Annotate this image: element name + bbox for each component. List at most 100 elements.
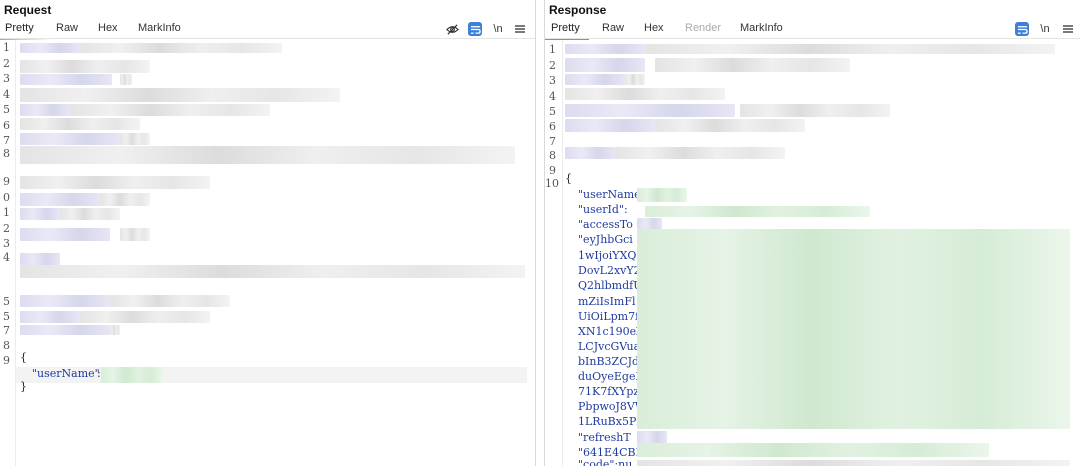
token-line: DovL2xvY2	[578, 264, 641, 277]
redacted-value	[637, 443, 989, 457]
request-pane: Request Pretty Raw Hex MarkInfo \n 1 2 3…	[0, 0, 536, 466]
redacted-text	[20, 193, 100, 206]
redacted-text	[565, 119, 655, 132]
line-number: 1	[3, 206, 10, 219]
line-number: 8	[3, 339, 10, 352]
redacted-text	[565, 104, 735, 117]
response-line-gutter: 1 2 3 4 5 6 7 8 9 10	[545, 40, 563, 466]
line-number: 9	[3, 354, 10, 367]
redacted-text	[565, 44, 645, 54]
json-close-brace: }	[20, 380, 27, 393]
redacted-text	[70, 104, 270, 116]
redacted-text	[120, 74, 132, 85]
redacted-text	[20, 118, 140, 130]
redacted-text	[655, 119, 805, 132]
line-number: 1	[549, 43, 556, 56]
line-number: 10	[545, 177, 559, 190]
wrap-icon[interactable]	[468, 22, 482, 36]
response-tab-markinfo[interactable]: MarkInfo	[740, 22, 783, 34]
response-toolbar-divider	[545, 38, 1080, 39]
request-title: Request	[4, 3, 52, 17]
request-tab-hex[interactable]: Hex	[98, 22, 118, 34]
line-number: 6	[549, 120, 556, 133]
token-line: 1LRuBx5Pz	[578, 415, 643, 428]
json-key-username: "userName	[578, 188, 641, 201]
redacted-text	[615, 147, 785, 159]
redacted-text	[20, 265, 525, 278]
redacted-text	[20, 325, 110, 335]
json-open-brace: {	[20, 351, 27, 364]
line-number: 5	[549, 105, 556, 118]
request-tab-pretty[interactable]: Pretty	[5, 22, 34, 34]
redacted-text	[565, 74, 625, 85]
line-number: 4	[549, 90, 556, 103]
token-line: 1wIjoiYXQ	[578, 249, 637, 262]
eye-slash-icon[interactable]	[445, 22, 459, 36]
json-key-username: "userName"	[32, 367, 100, 380]
line-number: 0	[3, 191, 10, 204]
redacted-text	[20, 208, 60, 220]
token-line: UiOiLpm7f	[578, 310, 640, 323]
request-toolbar-divider	[0, 38, 535, 39]
line-number: 3	[3, 237, 10, 250]
json-key-accesstoken: "accessTo	[578, 218, 633, 231]
redacted-text	[20, 74, 112, 85]
line-number: 5	[3, 310, 10, 323]
token-line: LCJvcGVua	[578, 340, 641, 353]
redacted-text	[20, 43, 80, 53]
menu-icon[interactable]	[513, 22, 527, 36]
token-line: XN1c190eX	[578, 325, 644, 338]
redacted-text	[565, 58, 645, 72]
redacted-value	[637, 188, 687, 202]
redacted-text	[20, 133, 120, 145]
redacted-value	[645, 206, 870, 217]
line-number: 8	[3, 147, 10, 160]
request-tab-markinfo[interactable]: MarkInfo	[138, 22, 181, 34]
response-tabs: Pretty Raw Hex Render MarkInfo	[545, 22, 1080, 40]
redacted-text	[80, 311, 210, 323]
request-line-gutter: 1 2 3 4 5 6 7 8 9 0 1 2 3 4 5 5 7 8 9	[0, 40, 16, 466]
redacted-text	[20, 88, 340, 102]
redacted-text	[20, 146, 515, 164]
request-tab-raw[interactable]: Raw	[56, 22, 78, 34]
json-key-userid: "userId":	[578, 203, 628, 216]
redacted-text	[625, 74, 645, 85]
redacted-token-block	[637, 229, 1070, 429]
token-line: mZiIsImFl	[578, 295, 636, 308]
redacted-value	[637, 460, 1070, 466]
json-key-code: "code":nu	[578, 458, 633, 466]
token-line: "eyJhbGci	[578, 233, 633, 246]
response-tab-pretty[interactable]: Pretty	[551, 22, 580, 34]
line-number: 1	[3, 41, 10, 54]
line-number: 7	[3, 324, 10, 337]
redacted-text	[110, 295, 230, 307]
response-tab-render[interactable]: Render	[685, 22, 721, 34]
redacted-text	[20, 295, 110, 307]
json-open-brace: {	[565, 172, 572, 185]
line-number: 4	[3, 88, 10, 101]
response-tab-hex[interactable]: Hex	[644, 22, 664, 34]
line-number: 2	[549, 59, 556, 72]
response-tab-raw[interactable]: Raw	[602, 22, 624, 34]
line-number: 8	[549, 149, 556, 162]
redacted-text	[740, 104, 890, 117]
redacted-text	[645, 44, 1055, 54]
token-line: Q2hlbmdfU	[578, 279, 643, 292]
response-title: Response	[549, 3, 607, 17]
wrap-icon[interactable]	[1015, 22, 1029, 36]
token-line: bInB3ZCJd	[578, 355, 640, 368]
redacted-text	[565, 147, 615, 159]
newline-toggle[interactable]: \n	[491, 22, 505, 36]
redacted-text	[20, 228, 110, 241]
token-line: PbpwoJ8VW	[578, 400, 647, 413]
redacted-text	[80, 43, 282, 53]
redacted-text	[120, 133, 150, 145]
line-number: 2	[3, 222, 10, 235]
redacted-value	[637, 431, 667, 443]
redacted-text	[20, 311, 80, 323]
newline-toggle[interactable]: \n	[1038, 22, 1052, 36]
menu-icon[interactable]	[1061, 22, 1075, 36]
response-pane: Response Pretty Raw Hex Render MarkInfo …	[544, 0, 1080, 466]
redacted-text	[20, 253, 60, 265]
line-number: 6	[3, 119, 10, 132]
